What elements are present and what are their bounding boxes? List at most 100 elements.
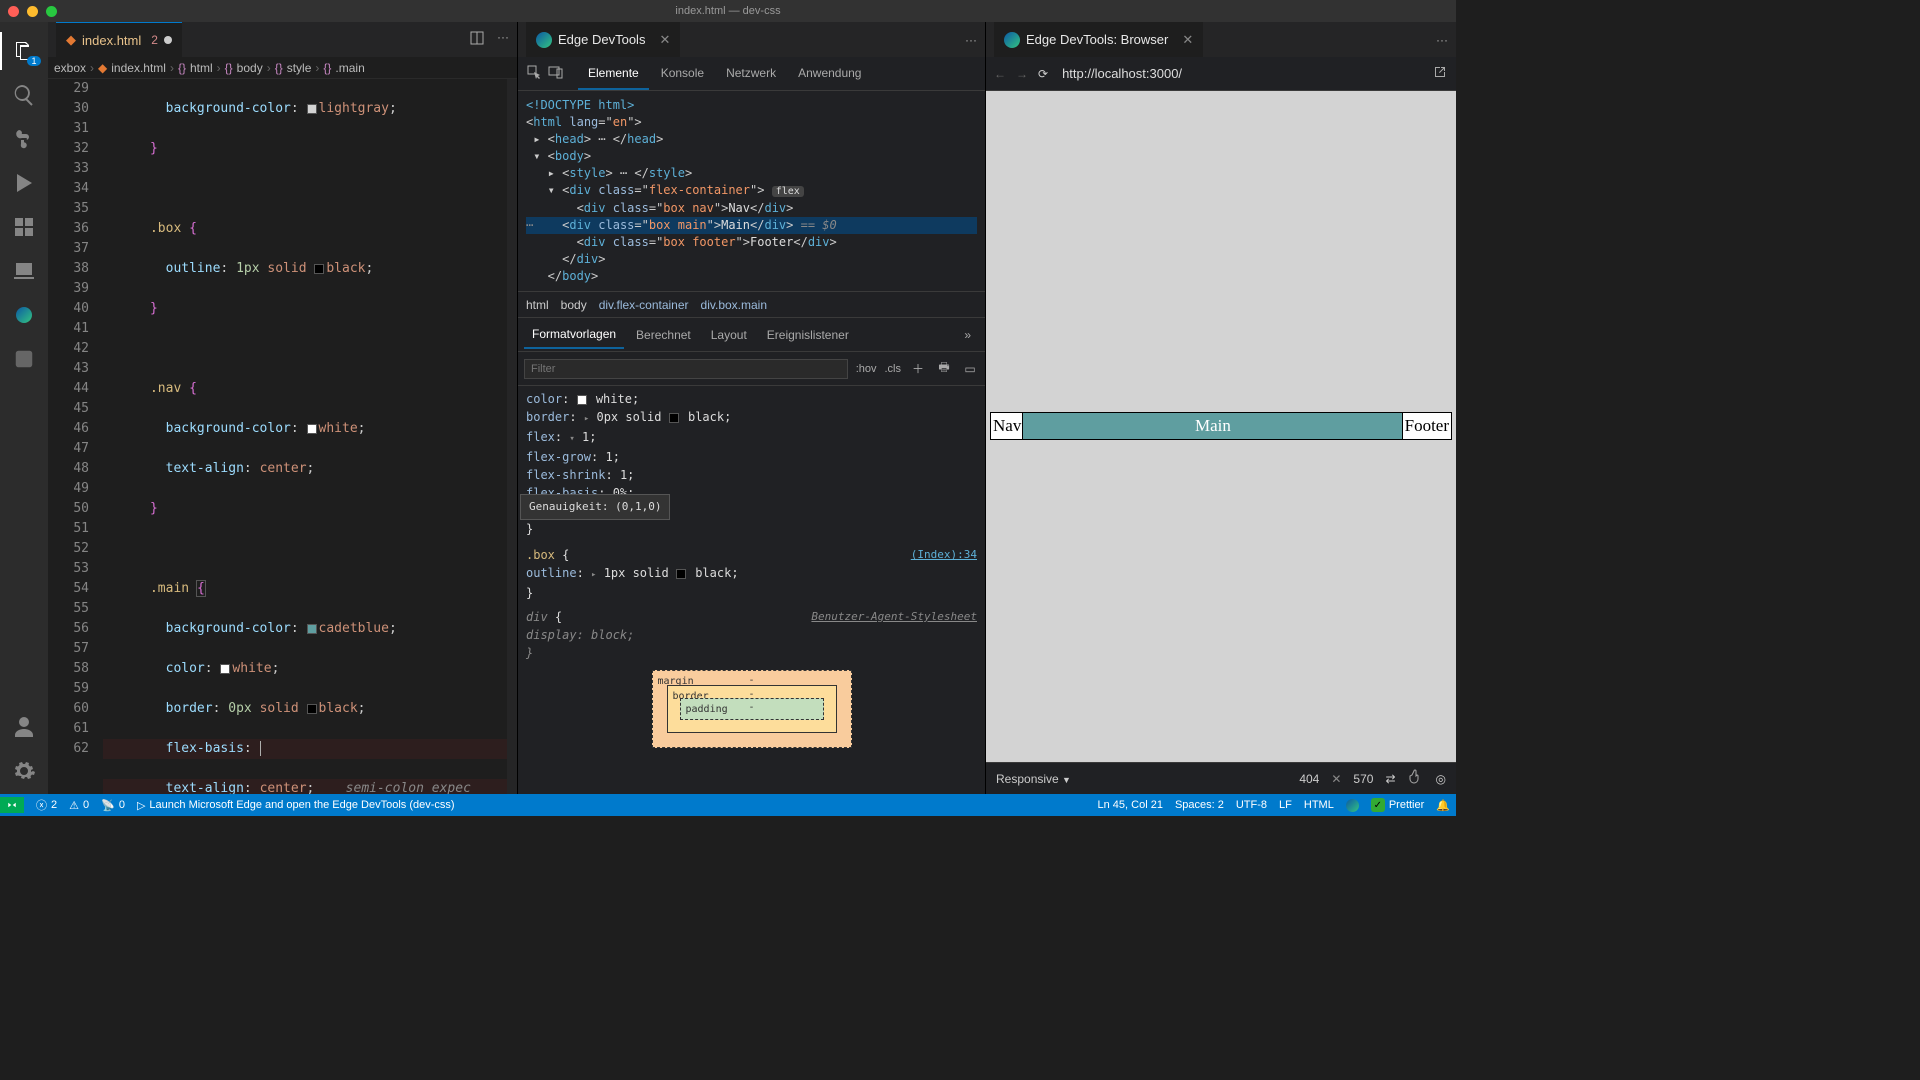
rotate-icon[interactable]: ⇄	[1385, 772, 1395, 786]
source-control-icon[interactable]	[11, 126, 37, 152]
close-tab-icon[interactable]: ✕	[1182, 32, 1193, 48]
close-window-button[interactable]	[8, 6, 19, 17]
status-bar: ⓧ 2 ⚠ 0 📡 0 ▷ Launch Microsoft Edge and …	[0, 794, 1456, 816]
cursor-position[interactable]: Ln 45, Col 21	[1098, 799, 1163, 811]
subtab-styles[interactable]: Formatvorlagen	[524, 321, 624, 349]
search-icon[interactable]	[11, 82, 37, 108]
hov-toggle[interactable]: :hov	[856, 363, 877, 375]
settings-gear-icon[interactable]	[11, 758, 37, 784]
viewport-width[interactable]: 404	[1299, 772, 1319, 786]
encoding[interactable]: UTF-8	[1236, 799, 1267, 811]
split-editor-icon[interactable]	[469, 30, 485, 49]
brackets-icon: {}	[323, 61, 331, 75]
close-tab-icon[interactable]: ✕	[659, 32, 670, 48]
specificity-tooltip: Genauigkeit: (0,1,0)	[520, 494, 670, 520]
subtab-eventlisteners[interactable]: Ereignislistener	[759, 322, 857, 348]
window-title: index.html — dev-css	[675, 5, 780, 17]
editor-tabbar: ◆ index.html 2 ···	[48, 22, 517, 57]
subtab-layout[interactable]: Layout	[703, 322, 755, 348]
devtools-panel-tabs: Elemente Konsole Netzwerk Anwendung	[578, 58, 871, 90]
accounts-icon[interactable]	[11, 714, 37, 740]
device-emulation-bar: Responsive ▼ 404 ✕ 570 ⇄ ◎	[986, 762, 1456, 794]
code-editor[interactable]: 2930313233343536373839404142434445464748…	[48, 79, 517, 794]
styles-pane[interactable]: color: white; border: ▸ 0px solid black;…	[518, 386, 985, 794]
styles-filter-input[interactable]	[524, 359, 848, 379]
breadcrumb[interactable]: exbox› ◆ index.html› {} html› {} body› {…	[48, 57, 517, 79]
code-content[interactable]: background-color: lightgray; } .box { ou…	[103, 79, 517, 794]
errors-count[interactable]: ⓧ 2	[36, 797, 57, 813]
prettier-status[interactable]: ✓ Prettier	[1371, 798, 1424, 812]
editor-group-left: ◆ index.html 2 ··· exbox› ◆ index.html› …	[48, 22, 518, 794]
zoom-window-button[interactable]	[46, 6, 57, 17]
explorer-badge: 1	[27, 56, 41, 66]
rendered-nav-box: Nav	[991, 413, 1023, 439]
tab-console[interactable]: Konsole	[651, 58, 714, 90]
language-mode[interactable]: HTML	[1304, 799, 1334, 811]
device-toggle-icon[interactable]	[548, 64, 564, 83]
editor-group-devtools: Edge DevTools ✕ ··· Elemente Konsole Net…	[518, 22, 986, 794]
extensions-icon[interactable]	[11, 214, 37, 240]
more-subtabs-icon[interactable]: »	[956, 322, 979, 348]
edge-icon	[1004, 32, 1020, 48]
ports-count[interactable]: 📡 0	[101, 799, 125, 812]
brackets-icon: {}	[275, 61, 283, 75]
rendered-main-box: Main	[1023, 413, 1402, 439]
extra-extension-icon[interactable]	[11, 346, 37, 372]
styles-toolbar: :hov .cls ＋ 🖶 ▭	[518, 352, 985, 386]
editor-more-icon[interactable]: ···	[497, 30, 509, 49]
subtab-computed[interactable]: Berechnet	[628, 322, 699, 348]
editor-tab-index-html[interactable]: ◆ index.html 2	[56, 22, 182, 57]
browser-more-icon[interactable]: ···	[1436, 33, 1448, 47]
cls-toggle[interactable]: .cls	[885, 363, 902, 375]
new-style-rule-icon[interactable]: ＋	[909, 360, 927, 377]
dimension-separator: ✕	[1331, 772, 1341, 786]
device-select[interactable]: Responsive ▼	[996, 772, 1071, 786]
run-debug-icon[interactable]	[11, 170, 37, 196]
open-external-icon[interactable]	[1432, 64, 1448, 83]
edge-devtools-icon[interactable]	[11, 302, 37, 328]
edge-icon	[536, 32, 552, 48]
styles-subtabs: Formatvorlagen Berechnet Layout Ereignis…	[518, 318, 985, 352]
inspect-element-icon[interactable]	[526, 64, 542, 83]
rendered-flex-container: Nav Main Footer	[991, 413, 1451, 439]
tab-problem-count: 2	[151, 33, 158, 47]
dom-tree[interactable]: <!DOCTYPE html> <html lang="en"> ▸ <head…	[518, 91, 985, 292]
devtools-tab[interactable]: Edge DevTools ✕	[526, 22, 680, 57]
viewport-height[interactable]: 570	[1353, 772, 1373, 786]
box-model-diagram[interactable]: margin - border - padding -	[652, 670, 852, 748]
minimize-window-button[interactable]	[27, 6, 38, 17]
explorer-icon[interactable]: 1	[11, 38, 37, 64]
dom-breadcrumb[interactable]: html body div.flex-container div.box.mai…	[518, 292, 985, 318]
browser-tab[interactable]: Edge DevTools: Browser ✕	[994, 22, 1203, 57]
devtools-more-icon[interactable]: ···	[965, 33, 977, 47]
remote-indicator[interactable]	[0, 797, 24, 813]
tab-network[interactable]: Netzwerk	[716, 58, 786, 90]
line-numbers: 2930313233343536373839404142434445464748…	[48, 79, 103, 794]
back-icon[interactable]: ←	[994, 67, 1006, 81]
devtools-top-toolbar: Elemente Konsole Netzwerk Anwendung	[518, 57, 985, 91]
warnings-count[interactable]: ⚠ 0	[69, 799, 89, 812]
print-media-icon[interactable]: 🖶	[935, 358, 953, 379]
source-link[interactable]: (Index):34	[911, 546, 977, 564]
tab-elements[interactable]: Elemente	[578, 58, 649, 90]
url-bar[interactable]: http://localhost:3000/	[1058, 63, 1422, 84]
dpr-icon[interactable]: ◎	[1436, 772, 1446, 786]
browser-viewport[interactable]: Nav Main Footer	[986, 91, 1456, 762]
dirty-indicator-icon	[164, 36, 172, 44]
brackets-icon: {}	[178, 61, 186, 75]
eol[interactable]: LF	[1279, 799, 1292, 811]
reload-icon[interactable]: ⟳	[1038, 67, 1048, 81]
devtools-tabbar: Edge DevTools ✕ ···	[518, 22, 985, 57]
forward-icon[interactable]: →	[1016, 67, 1028, 81]
edge-status-icon[interactable]	[1346, 799, 1359, 812]
tab-application[interactable]: Anwendung	[788, 58, 871, 90]
minimap[interactable]	[507, 79, 517, 794]
computed-styles-toggle-icon[interactable]: ▭	[961, 362, 979, 376]
notifications-icon[interactable]: 🔔	[1436, 799, 1450, 812]
indentation[interactable]: Spaces: 2	[1175, 799, 1224, 811]
activity-bar: 1	[0, 22, 48, 794]
macos-titlebar: index.html — dev-css	[0, 0, 1456, 22]
remote-explorer-icon[interactable]	[11, 258, 37, 284]
launch-edge-button[interactable]: ▷ Launch Microsoft Edge and open the Edg…	[137, 799, 455, 812]
touch-icon[interactable]	[1408, 769, 1424, 788]
